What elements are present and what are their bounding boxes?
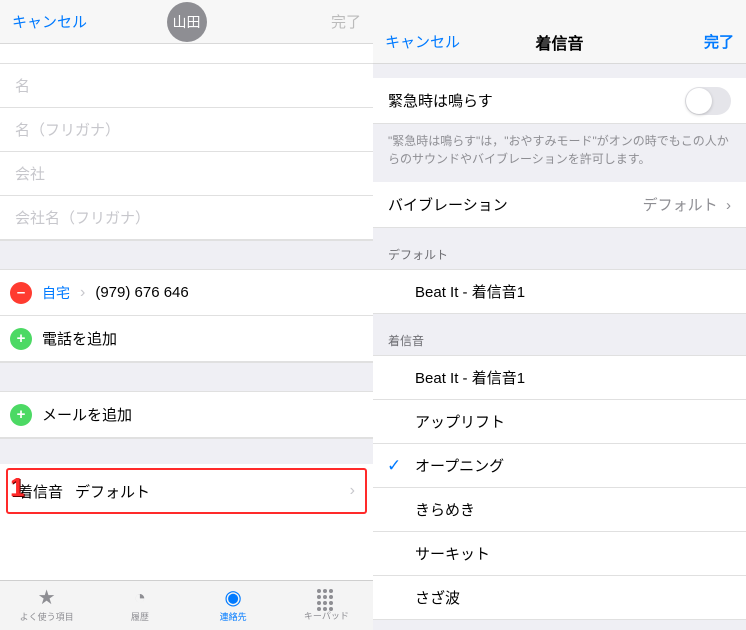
- remove-icon[interactable]: –: [10, 282, 32, 304]
- tab-recents[interactable]: ◔ 履歴: [93, 581, 186, 630]
- section-default: デフォルト: [373, 228, 746, 269]
- phone-number[interactable]: (979) 676 646: [95, 284, 188, 301]
- spacer: [0, 44, 373, 64]
- tab-bar: ★ よく使う項目 ◔ 履歴 ◉ 連絡先 キーパッド: [0, 580, 373, 630]
- add-icon: +: [10, 328, 32, 350]
- tab-favorites[interactable]: ★ よく使う項目: [0, 581, 93, 630]
- gap: [0, 240, 373, 270]
- done-button[interactable]: 完了: [331, 11, 361, 32]
- gap: [373, 64, 746, 78]
- add-icon: +: [10, 404, 32, 426]
- vibration-label: バイブレーション: [388, 194, 508, 215]
- vibration-value: デフォルト ›: [643, 194, 731, 215]
- tab-keypad[interactable]: キーパッド: [280, 581, 373, 630]
- default-tone-row[interactable]: Beat It - 着信音1: [373, 270, 746, 314]
- avatar[interactable]: 山田: [167, 2, 207, 42]
- last-phonetic-field[interactable]: 名（フリガナ）: [0, 108, 373, 152]
- contact-icon: ◉: [224, 588, 241, 608]
- tab-label: よく使う項目: [20, 610, 74, 623]
- section-label: 着信音: [388, 334, 424, 348]
- gap: [0, 362, 373, 392]
- ringtone-picker-pane: キャンセル 着信音 完了 3 緊急時は鳴らす "緊急時は鳴らす"は，"おやすみモ…: [373, 0, 746, 630]
- emergency-label: 緊急時は鳴らす: [388, 90, 493, 111]
- contact-edit-pane: キャンセル 山田 完了 名 名（フリガナ） 会社 会社名（フリガナ） – 自宅 …: [0, 0, 373, 630]
- left-header: キャンセル 山田 完了: [0, 0, 373, 44]
- tab-label: 連絡先: [220, 610, 247, 623]
- company-phonetic-field[interactable]: 会社名（フリガナ）: [0, 196, 373, 240]
- vibration-row[interactable]: バイブレーション デフォルト ›: [373, 182, 746, 228]
- tone-row[interactable]: きらめき: [373, 488, 746, 532]
- gap: [0, 438, 373, 464]
- fields-scroll: 名 名（フリガナ） 会社 会社名（フリガナ） – 自宅 › (979) 676 …: [0, 44, 373, 584]
- switch-off[interactable]: [685, 87, 731, 115]
- add-mail-row[interactable]: + メールを追加: [0, 392, 373, 438]
- cancel-button[interactable]: キャンセル: [12, 11, 87, 32]
- marker-1: 1: [10, 472, 24, 503]
- star-icon: ★: [38, 588, 56, 608]
- done-button[interactable]: 完了: [704, 31, 734, 52]
- tone-label: アップリフト: [415, 411, 505, 432]
- tones-list: Beat It - 着信音1 アップリフト ✓ オープニングきらめきサーキットさざ波: [373, 355, 746, 620]
- company-field[interactable]: 会社: [0, 152, 373, 196]
- emergency-help: "緊急時は鳴らす"は，"おやすみモード"がオンの時でもこの人からのサウンドやバイ…: [373, 124, 746, 182]
- last-name-field[interactable]: 名: [0, 64, 373, 108]
- cancel-button[interactable]: キャンセル: [385, 31, 460, 52]
- chevron-right-icon: ›: [80, 284, 85, 302]
- tone-label: オープニング: [415, 455, 504, 476]
- ringtone-value: デフォルト: [75, 481, 150, 502]
- tone-label: さざ波: [415, 587, 460, 608]
- right-header: キャンセル 着信音 完了: [373, 20, 746, 64]
- statusbar-spacer: [373, 0, 746, 20]
- add-mail-label: メールを追加: [42, 404, 132, 425]
- tone-label: サーキット: [415, 543, 490, 564]
- default-tone-list: Beat It - 着信音1: [373, 269, 746, 314]
- section-ringtones: 着信音: [373, 314, 746, 355]
- ringtone-label: 着信音: [18, 481, 63, 502]
- tab-label: キーパッド: [304, 609, 349, 622]
- clock-icon: ◔: [134, 588, 146, 608]
- chevron-right-icon: ›: [350, 482, 355, 500]
- add-phone-label: 電話を追加: [42, 328, 117, 349]
- page-title: 着信音: [535, 30, 583, 54]
- phone-label[interactable]: 自宅: [42, 283, 70, 303]
- tone-row[interactable]: アップリフト: [373, 400, 746, 444]
- tone-row[interactable]: Beat It - 着信音1: [373, 356, 746, 400]
- tone-row[interactable]: さざ波: [373, 576, 746, 620]
- add-phone-row[interactable]: + 電話を追加: [0, 316, 373, 362]
- tone-label: Beat It - 着信音1: [415, 367, 525, 388]
- tone-row[interactable]: サーキット: [373, 532, 746, 576]
- tone-row[interactable]: ✓ オープニング: [373, 444, 746, 488]
- ringtone-row[interactable]: 着信音 デフォルト ›: [6, 468, 367, 514]
- check-icon: ✓: [387, 456, 401, 476]
- emergency-bypass-row[interactable]: 緊急時は鳴らす: [373, 78, 746, 124]
- tab-contacts[interactable]: ◉ 連絡先: [187, 581, 280, 630]
- tone-label: きらめき: [415, 499, 475, 520]
- keypad-icon: [317, 589, 335, 607]
- tab-label: 履歴: [131, 610, 149, 623]
- phone-entry-row[interactable]: – 自宅 › (979) 676 646: [0, 270, 373, 316]
